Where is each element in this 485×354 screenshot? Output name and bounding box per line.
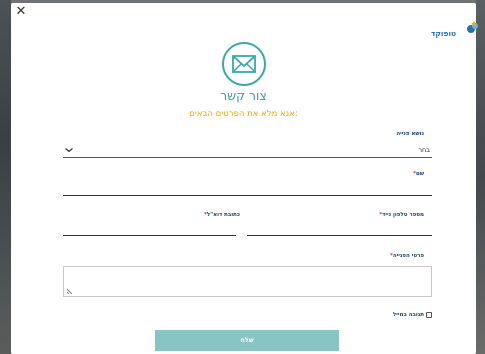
- resize-handle-icon[interactable]: [67, 287, 74, 294]
- brand-name: טופוקד: [431, 29, 457, 38]
- page-title: צור קשר: [220, 88, 267, 103]
- email-label: כתובת דוא"ל*: [204, 212, 240, 218]
- name-field[interactable]: [63, 195, 432, 196]
- email-label-text: כתובת דוא"ל: [206, 212, 240, 218]
- phone-label: מספר טלפון נייד*: [379, 212, 424, 218]
- email-reply-checkbox[interactable]: [426, 312, 432, 318]
- submit-button[interactable]: שלח: [155, 330, 339, 351]
- logo-mark-icon: [467, 21, 478, 33]
- brand-logo: טופוקד: [431, 20, 478, 42]
- envelope-icon: [232, 55, 256, 73]
- page-subtitle: אנא מלא את הפרטים הבאים:: [189, 109, 298, 119]
- subject-label: נושא פנייה: [396, 131, 424, 137]
- contact-modal: ✕ טופוקד צור קשר אנא מלא את הפרטים הבאים…: [11, 3, 478, 354]
- envelope-circle: [222, 42, 266, 86]
- details-label-text: פרטי הפנייה: [392, 253, 424, 259]
- subject-selected-value: בחר: [418, 146, 430, 154]
- details-textarea[interactable]: [63, 266, 432, 297]
- name-label-text: שם: [415, 171, 424, 177]
- background-left: [0, 0, 11, 354]
- email-field[interactable]: [63, 235, 236, 236]
- subject-label-text: נושא פנייה: [396, 131, 424, 137]
- name-label: שם*: [413, 171, 424, 177]
- email-reply-label: תגובה במייל: [392, 312, 424, 318]
- subject-select[interactable]: בחר: [63, 144, 432, 158]
- close-icon[interactable]: ✕: [14, 5, 28, 19]
- phone-field[interactable]: [247, 235, 432, 236]
- chevron-down-icon: [65, 148, 73, 153]
- details-label: פרטי הפנייה*: [390, 253, 424, 259]
- background-right: [476, 0, 485, 354]
- phone-label-text: מספר טלפון נייד: [382, 212, 424, 218]
